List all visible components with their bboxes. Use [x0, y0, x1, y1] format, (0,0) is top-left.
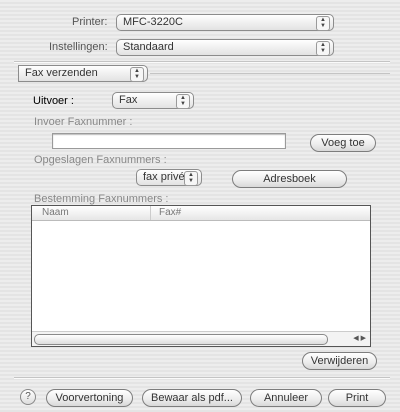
- settings-value: Standaard: [123, 41, 174, 53]
- destination-label: Bestemming Faxnummers :: [34, 193, 169, 205]
- addressbook-button[interactable]: Adresboek: [232, 170, 347, 188]
- column-header-name[interactable]: Naam: [42, 207, 69, 218]
- fax-number-input[interactable]: [52, 133, 286, 149]
- output-popup[interactable]: Fax ▲ ▼: [112, 92, 194, 109]
- destination-table[interactable]: Naam Fax# ◀ ▶: [31, 205, 371, 347]
- cancel-button[interactable]: Annuleer: [250, 389, 322, 407]
- printer-popup[interactable]: MFC-3220C ▲ ▼: [116, 14, 334, 31]
- save-pdf-button[interactable]: Bewaar als pdf...: [142, 389, 242, 407]
- scroll-thumb[interactable]: [34, 334, 328, 345]
- updown-arrows-icon: ▲ ▼: [176, 94, 190, 109]
- help-icon[interactable]: ?: [20, 389, 36, 405]
- separator: [150, 73, 390, 74]
- printer-label: Printer:: [72, 16, 108, 28]
- add-button[interactable]: Voeg toe: [310, 134, 376, 152]
- settings-label: Instellingen:: [49, 41, 108, 53]
- table-header: Naam Fax#: [32, 206, 370, 221]
- print-button[interactable]: Print: [328, 389, 386, 407]
- output-label: Uitvoer :: [33, 95, 74, 107]
- remove-button[interactable]: Verwijderen: [302, 352, 377, 370]
- saved-label: Opgeslagen Faxnummers :: [34, 154, 167, 166]
- output-value: Fax: [119, 94, 138, 106]
- printer-value: MFC-3220C: [123, 16, 183, 28]
- saved-value: fax privé: [143, 171, 185, 183]
- separator: [14, 61, 390, 63]
- horizontal-scrollbar[interactable]: ◀ ▶: [32, 331, 370, 346]
- preview-button[interactable]: Voorvertoning: [46, 389, 133, 407]
- updown-arrows-icon: ▲ ▼: [130, 67, 144, 82]
- scroll-arrows-icon[interactable]: ◀ ▶: [353, 333, 366, 345]
- updown-arrows-icon: ▲ ▼: [316, 16, 330, 31]
- updown-arrows-icon: ▲ ▼: [184, 171, 198, 186]
- column-header-fax[interactable]: Fax#: [159, 207, 181, 218]
- panel-popup[interactable]: Fax verzenden ▲ ▼: [18, 65, 148, 82]
- updown-arrows-icon: ▲ ▼: [316, 41, 330, 56]
- separator: [14, 377, 390, 379]
- saved-popup[interactable]: fax privé ▲ ▼: [136, 169, 202, 186]
- fax-input-label: Invoer Faxnummer :: [34, 116, 133, 128]
- column-divider: [150, 206, 151, 220]
- panel-value: Fax verzenden: [25, 67, 98, 79]
- settings-popup[interactable]: Standaard ▲ ▼: [116, 39, 334, 56]
